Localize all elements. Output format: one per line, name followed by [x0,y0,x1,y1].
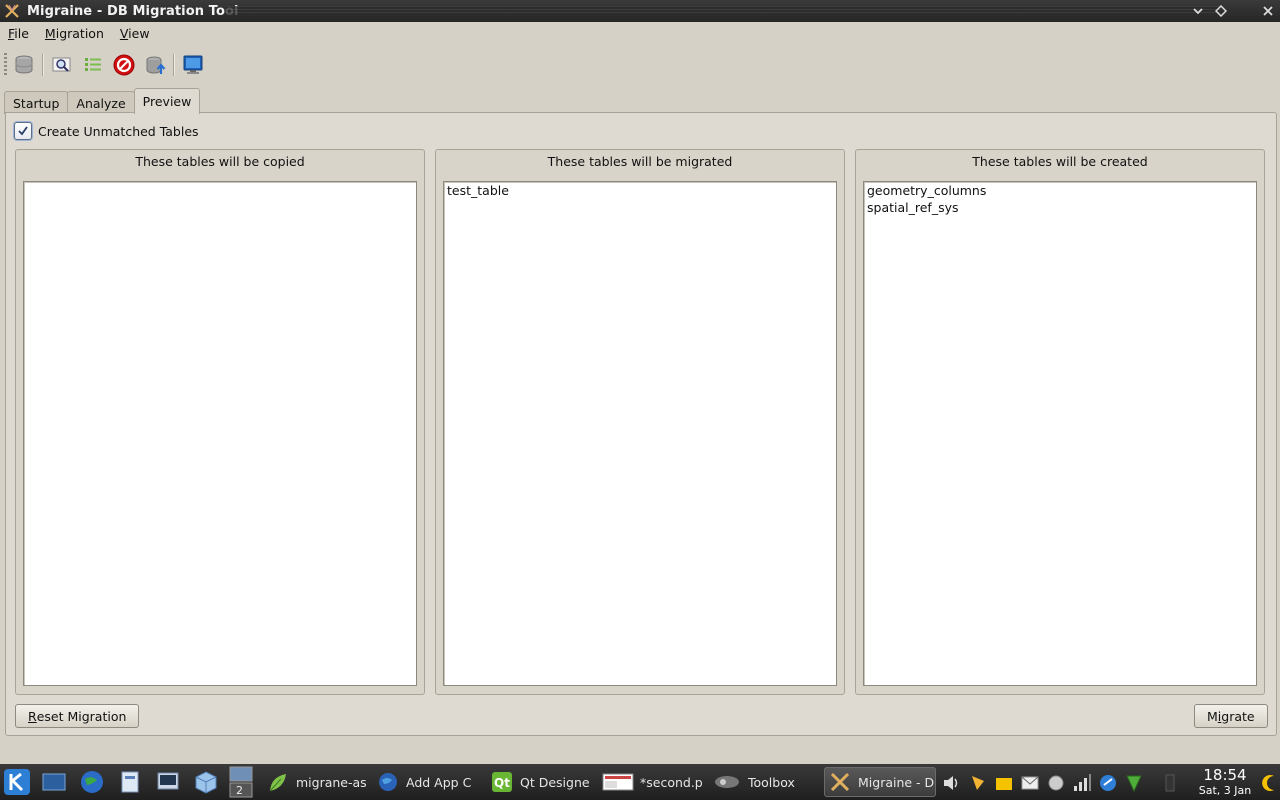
copied-tables-title: These tables will be copied [135,154,305,169]
window-title: Migraine - DB Migration Tool [27,3,239,19]
task-migraine[interactable]: Migraine - D [824,767,936,797]
shield-icon[interactable] [1124,773,1144,793]
checkmark-icon [18,126,28,136]
clipboard-icon[interactable] [968,773,988,793]
mail-icon[interactable] [1020,773,1040,793]
database-icon[interactable] [11,52,37,78]
signal-bars-icon[interactable] [1072,773,1092,793]
task-migrane-as[interactable]: migrane-as [262,767,368,797]
toolbar-separator [173,54,175,76]
kde-menu-icon[interactable] [3,768,31,796]
task-toolbox[interactable]: Toolbox [708,767,820,797]
clock-time: 18:54 [1203,766,1247,784]
migraine-icon [828,770,852,794]
tab-analyze[interactable]: Analyze [67,91,135,114]
notes-icon[interactable] [994,773,1014,793]
package-cube-icon[interactable] [192,768,220,796]
moon-icon[interactable] [1262,773,1280,793]
created-tables-title: These tables will be created [972,154,1148,169]
preview-panel: Create Unmatched Tables These tables wil… [5,112,1277,736]
menu-file[interactable]: File [0,26,37,41]
task-add-app[interactable]: Add App C [372,767,482,797]
titlebar-decoration [225,6,1220,15]
menu-view[interactable]: View [112,26,158,41]
taskbar: 2 migrane-as Add App C Qt Qt Designe *se… [0,764,1280,800]
leaf-icon [266,770,290,794]
migrated-tables-list[interactable]: test_table [443,181,837,686]
battery-icon[interactable] [1160,773,1180,793]
copied-tables-list[interactable] [23,181,417,686]
migraine-app-icon[interactable] [3,2,21,20]
toolbar [0,48,1280,80]
migrated-tables-group: These tables will be migrated test_table [435,149,845,695]
reset-migration-button[interactable]: Reset Migration [15,704,140,728]
close-icon[interactable] [1259,2,1277,20]
tab-preview[interactable]: Preview [133,88,201,114]
update-icon[interactable] [1098,773,1118,793]
monitor-icon[interactable] [180,52,206,78]
database-upload-icon[interactable] [142,52,168,78]
file-manager-icon[interactable] [116,768,144,796]
table-list-item[interactable]: spatial_ref_sys [864,199,1256,216]
tab-startup[interactable]: Startup [4,91,69,114]
migrated-tables-title: These tables will be migrated [547,154,733,169]
clock[interactable]: 18:54 Sat, 3 Jan [1196,766,1254,798]
minimize-icon[interactable] [1189,2,1207,20]
maximize-icon[interactable] [1212,2,1230,20]
create-unmatched-label: Create Unmatched Tables [38,123,199,139]
title-bar[interactable]: Migraine - DB Migration Tool [0,0,1280,22]
toolbar-separator [42,54,44,76]
table-list-item[interactable]: geometry_columns [864,182,1256,199]
volume-icon[interactable] [942,773,962,793]
create-unmatched-option[interactable]: Create Unmatched Tables [14,121,199,141]
document-icon [602,770,634,794]
qt-icon: Qt [490,770,514,794]
copied-tables-group: These tables will be copied [15,149,425,695]
toolbox-icon [712,770,742,794]
menu-migration[interactable]: Migration [37,26,112,41]
menu-bar: File Migration View [0,22,1280,44]
stop-icon[interactable] [111,52,137,78]
globe-icon [376,770,400,794]
create-unmatched-checkbox[interactable] [14,122,32,140]
svg-text:Qt: Qt [494,776,510,790]
desktop-icon[interactable] [40,768,68,796]
clock-date: Sat, 3 Jan [1198,784,1252,797]
list-icon[interactable] [80,52,106,78]
magnifier-icon[interactable] [49,52,75,78]
network-icon[interactable] [1046,773,1066,793]
task-qt-designer[interactable]: Qt Qt Designe [486,767,594,797]
toolbar-grip[interactable] [4,53,7,77]
terminal-icon[interactable] [154,768,182,796]
created-tables-group: These tables will be created geometry_co… [855,149,1265,695]
migrate-button[interactable]: Mi grate [1194,704,1268,728]
pager-desktop-number: 2 [236,784,243,797]
task-second-document[interactable]: *second.p [598,767,704,797]
table-list-item[interactable]: test_table [444,182,836,199]
tab-bar: Startup Analyze Preview [4,88,201,114]
created-tables-list[interactable]: geometry_columns spatial_ref_sys [863,181,1257,686]
browser-globe-icon[interactable] [78,768,106,796]
